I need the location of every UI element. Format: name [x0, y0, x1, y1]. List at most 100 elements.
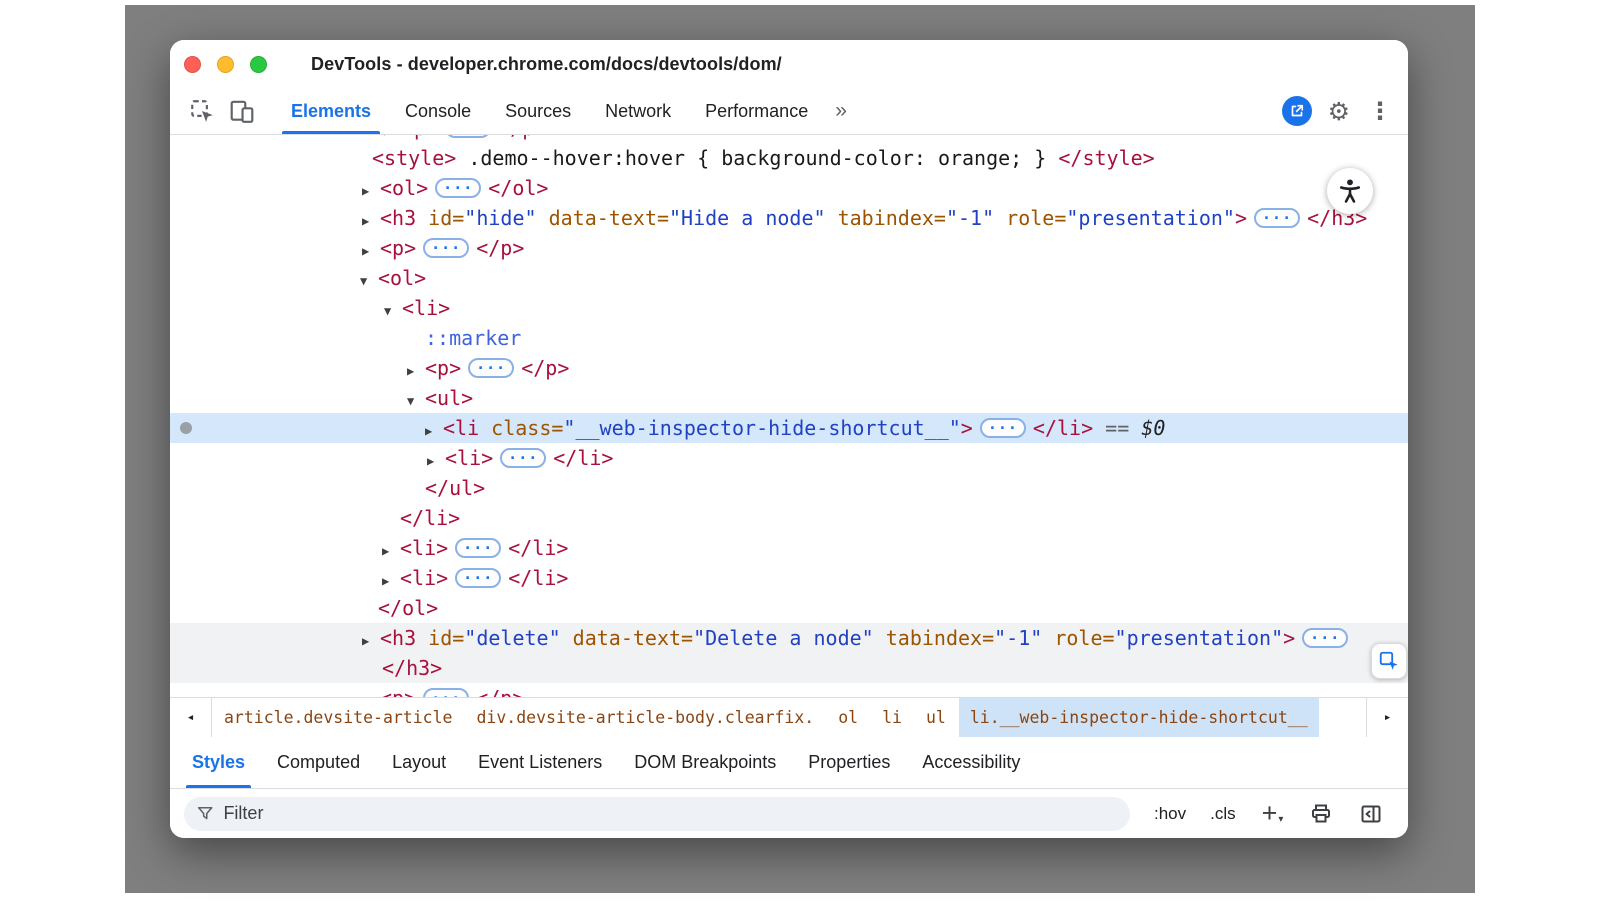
close-button[interactable]	[184, 56, 201, 73]
element-classes-button[interactable]: .cls	[1210, 804, 1236, 824]
settings-button[interactable]: ⚙	[1328, 99, 1350, 124]
toggle-sidebar-button[interactable]	[1359, 802, 1383, 826]
dom-tree-row[interactable]: ▶<p>···</p>	[170, 233, 1408, 263]
dom-tree-row[interactable]: ▶<p>···</p>	[170, 135, 1408, 143]
tab-elements[interactable]: Elements	[274, 88, 388, 134]
dom-tree-row[interactable]: ▶<h3 id="hide" data-text="Hide a node" t…	[170, 203, 1408, 233]
dom-tree-row[interactable]: <style> .demo--hover:hover { background-…	[170, 143, 1408, 173]
whats-new-button[interactable]	[1282, 96, 1312, 126]
device-toolbar-button[interactable]	[222, 91, 262, 131]
open-feature-icon	[1288, 102, 1306, 120]
expand-arrow-icon[interactable]: ▶	[382, 566, 400, 596]
breadcrumb-item[interactable]: ul	[915, 698, 957, 737]
dom-tree-row[interactable]: ▶<ol>···</ol>	[170, 173, 1408, 203]
expand-children-button[interactable]: ···	[468, 358, 514, 378]
dom-tree-row[interactable]: ▶<h3 id="delete" data-text="Delete a nod…	[170, 623, 1408, 653]
expand-children-button[interactable]: ···	[500, 448, 546, 468]
tab-computed[interactable]: Computed	[261, 737, 376, 788]
expand-children-button[interactable]: ···	[445, 135, 491, 138]
dom-tree-row[interactable]: ▼<ol>	[170, 263, 1408, 293]
filter-input[interactable]	[223, 803, 1118, 824]
tag-token: </p>	[476, 686, 524, 697]
collapse-arrow-icon[interactable]: ▼	[407, 386, 425, 416]
accessibility-overlay-button[interactable]	[1327, 168, 1373, 214]
pick-element-button[interactable]	[1371, 643, 1407, 679]
more-panels-chevron[interactable]: »	[825, 88, 857, 134]
expand-arrow-icon[interactable]: ▶	[362, 686, 380, 697]
expand-arrow-icon[interactable]: ▶	[427, 446, 445, 476]
dom-tree-row[interactable]: ▼<li>	[170, 293, 1408, 323]
breadcrumb-scroll-right-button[interactable]: ▸	[1366, 698, 1408, 737]
tab-accessibility[interactable]: Accessibility	[906, 737, 1036, 788]
expand-children-button[interactable]: ···	[1254, 208, 1300, 228]
attribute-name-token: tabindex=	[826, 206, 946, 230]
expand-children-button[interactable]: ···	[455, 568, 501, 588]
collapse-arrow-icon[interactable]: ▼	[384, 296, 402, 326]
tag-token: </li>	[508, 536, 568, 560]
expand-arrow-icon[interactable]: ▶	[362, 176, 380, 206]
rendering-emulation-button[interactable]	[1309, 802, 1333, 826]
breadcrumb-item[interactable]: ol	[827, 698, 869, 737]
dom-tree-row[interactable]: </ul>	[170, 473, 1408, 503]
tag-token: </p>	[498, 135, 546, 140]
breadcrumb-item[interactable]: div.devsite-article-body.clearfix.	[465, 698, 825, 737]
tab-styles[interactable]: Styles	[176, 737, 261, 788]
tab-console[interactable]: Console	[388, 88, 488, 134]
expand-children-button[interactable]: ···	[435, 178, 481, 198]
devtools-window: DevTools - developer.chrome.com/docs/dev…	[170, 40, 1408, 838]
dom-tree-row[interactable]: ▶<li>···</li>	[170, 563, 1408, 593]
left-arrow-icon: ◂	[187, 710, 195, 725]
dom-tree-row[interactable]: ▶<li>···</li>	[170, 533, 1408, 563]
dom-tree-row[interactable]: ▶<li class="__web-inspector-hide-shortcu…	[170, 413, 1408, 443]
dom-tree-row[interactable]: </li>	[170, 503, 1408, 533]
expand-children-button[interactable]: ···	[1302, 628, 1348, 648]
expand-arrow-icon[interactable]: ▶	[362, 626, 380, 656]
dom-tree-row[interactable]: ▶<p> ··· </p>	[170, 683, 1408, 697]
tag-token: <p>	[380, 686, 416, 697]
expand-arrow-icon[interactable]: ▶	[362, 206, 380, 236]
breadcrumb-item[interactable]: li.__web-inspector-hide-shortcut__	[959, 698, 1319, 737]
tab-network[interactable]: Network	[588, 88, 688, 134]
attribute-value-token: "-1"	[994, 626, 1042, 650]
expand-arrow-icon[interactable]: ▶	[362, 236, 380, 266]
expand-children-button[interactable]: ···	[980, 418, 1026, 438]
expand-arrow-icon[interactable]: ▶	[425, 416, 443, 446]
attribute-value-token: "presentation"	[1066, 206, 1235, 230]
tag-token: >	[1283, 626, 1295, 650]
dom-tree-row[interactable]: </h3>	[170, 653, 1408, 683]
tab-event-listeners[interactable]: Event Listeners	[462, 737, 618, 788]
inspect-element-button[interactable]	[182, 91, 222, 131]
accessibility-person-icon	[1336, 177, 1364, 205]
breadcrumb-item[interactable]: article.devsite-article	[213, 698, 463, 737]
expand-arrow-icon[interactable]: ▶	[382, 536, 400, 566]
dom-tree-row[interactable]: ▶<p>···</p>	[170, 353, 1408, 383]
attribute-value-token: "Delete a node"	[693, 626, 874, 650]
toggle-element-state-button[interactable]: :hov	[1154, 804, 1186, 824]
expand-children-button[interactable]: ···	[455, 538, 501, 558]
breadcrumb-scroll-left-button[interactable]: ◂	[170, 698, 212, 737]
tab-dom-breakpoints[interactable]: DOM Breakpoints	[618, 737, 792, 788]
breadcrumb-item[interactable]: li	[871, 698, 913, 737]
expand-children-button[interactable]: ···	[423, 238, 469, 258]
dock-sidebar-icon	[1359, 802, 1383, 826]
dom-tree-row[interactable]: </ol>	[170, 593, 1408, 623]
styles-filter-field[interactable]	[184, 797, 1130, 831]
minimize-button[interactable]	[217, 56, 234, 73]
tag-token: <h3	[380, 206, 416, 230]
background-matte: DevTools - developer.chrome.com/docs/dev…	[125, 5, 1475, 893]
dom-tree-row[interactable]: ▶<li>···</li>	[170, 443, 1408, 473]
expand-arrow-icon[interactable]: ▶	[407, 356, 425, 386]
tab-performance[interactable]: Performance	[688, 88, 825, 134]
collapse-arrow-icon[interactable]: ▼	[360, 266, 378, 296]
zoom-button[interactable]	[250, 56, 267, 73]
dom-tree-row[interactable]: ::marker	[170, 323, 1408, 353]
dom-tree-row[interactable]: ▼<ul>	[170, 383, 1408, 413]
tab-properties[interactable]: Properties	[792, 737, 906, 788]
new-style-rule-button[interactable]: + ▾	[1262, 802, 1284, 825]
main-menu-button[interactable]: ⋮	[1368, 99, 1392, 123]
tag-token: <p>	[402, 135, 438, 140]
tab-layout[interactable]: Layout	[376, 737, 462, 788]
expand-children-button[interactable]: ···	[423, 688, 469, 697]
tag-token: </li>	[1033, 416, 1093, 440]
tab-sources[interactable]: Sources	[488, 88, 588, 134]
